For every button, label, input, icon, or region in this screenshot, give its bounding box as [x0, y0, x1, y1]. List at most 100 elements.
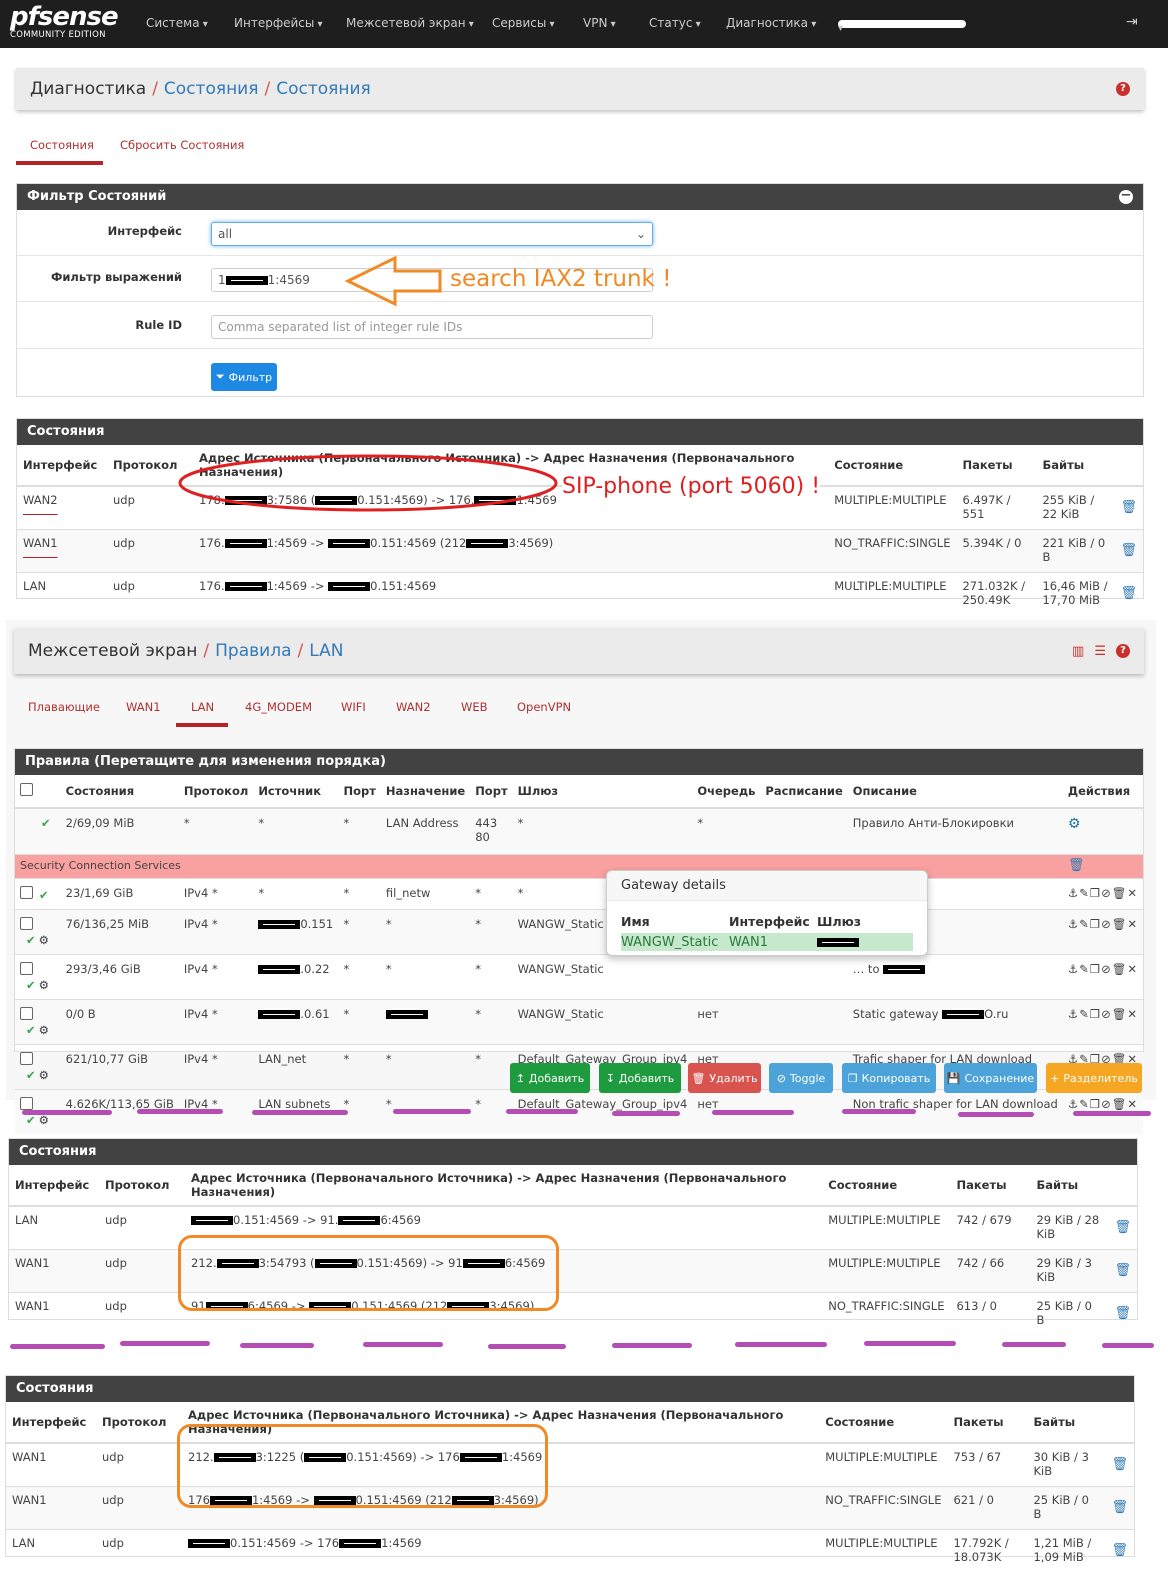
tab-web[interactable]: WEB [461, 700, 488, 714]
list-icon[interactable]: ☰ [1094, 644, 1106, 659]
rule-states[interactable]: 2/69,09 MiB [60, 807, 179, 854]
edit-icon[interactable]: ✎ [1079, 1007, 1090, 1021]
column-header[interactable]: Пакеты [950, 1165, 1031, 1207]
tab-states[interactable]: Состояния [30, 138, 94, 152]
copy-icon[interactable]: ❐ [1090, 1097, 1101, 1111]
trash-icon[interactable]: 🗑 [1114, 1263, 1131, 1278]
column-header[interactable]: Пакеты [947, 1402, 1028, 1444]
nav-vpn[interactable]: VPN [583, 16, 616, 30]
copy-icon[interactable]: ❐ [1090, 1007, 1101, 1021]
rule-gw[interactable]: WANGW_Static [512, 953, 693, 999]
tab-wan2[interactable]: WAN2 [396, 700, 431, 714]
column-header[interactable]: Интерфейс [17, 445, 107, 487]
column-header[interactable]: Шлюз [512, 775, 693, 809]
trash-icon[interactable]: 🗑 [1111, 1457, 1128, 1472]
column-header[interactable]: Источник [253, 775, 339, 809]
button-добавить[interactable]: ↥ Добавить [510, 1063, 590, 1093]
column-header[interactable]: Протокол [96, 1402, 182, 1444]
rule-row-antilockout[interactable]: ✔ 2/69,09 MiB * * * LAN Address 443 80 * * Правил… [15, 807, 1143, 854]
column-header[interactable]: Протокол [99, 1165, 185, 1207]
column-header[interactable]: Адрес Источника (Первоначального Источни… [185, 1165, 823, 1207]
tab-openvpn[interactable]: OpenVPN [517, 700, 571, 714]
breadcrumb-states-current[interactable]: Состояния [276, 79, 371, 99]
column-header[interactable]: Состояние [828, 445, 957, 487]
edit-icon[interactable]: ✎ [1079, 1097, 1090, 1111]
tab-wan1[interactable]: WAN1 [126, 700, 161, 714]
disable-icon[interactable]: ⊘ [1101, 886, 1112, 900]
trash-icon[interactable]: 🗑 [1112, 886, 1128, 900]
button-копировать[interactable]: ❐ Копировать [842, 1063, 936, 1093]
trash-icon[interactable]: 🗑 [1112, 917, 1128, 931]
select-all-checkbox[interactable] [20, 783, 33, 796]
copy-icon[interactable]: ❐ [1090, 962, 1101, 976]
help-icon[interactable]: ? [1116, 82, 1130, 96]
anchor-icon[interactable]: ⚓ [1068, 962, 1079, 976]
column-header[interactable]: Очередь [692, 775, 761, 809]
sign-out-icon[interactable]: ⇥ [1126, 14, 1138, 30]
column-header[interactable]: Описание [847, 775, 1063, 809]
disable-icon[interactable]: ⊘ [1101, 962, 1112, 976]
interface-select[interactable]: all ⌄ [211, 222, 653, 246]
column-header[interactable]: Состояние [822, 1165, 951, 1207]
rule-states[interactable]: 23/1,69 GiB [60, 877, 179, 909]
nav-status[interactable]: Статус [649, 16, 701, 30]
nav-services[interactable]: Сервисы [492, 16, 555, 30]
trash-icon[interactable]: 🗑 [1114, 1306, 1131, 1321]
gear-icon[interactable]: ⚙ [1068, 816, 1081, 832]
anchor-icon[interactable]: ⚓ [1068, 1097, 1079, 1111]
trash-icon[interactable]: 🗑 [1112, 1007, 1128, 1021]
rule-checkbox[interactable] [20, 1096, 33, 1110]
tab-4g_modem[interactable]: 4G_MODEM [245, 700, 312, 714]
rule-checkbox[interactable] [20, 1006, 33, 1020]
button-сохранение[interactable]: 💾 Сохранение [944, 1063, 1037, 1093]
rule-separator[interactable]: Security Connection Services 🗑 [15, 853, 1143, 878]
column-header[interactable]: Действия [1062, 775, 1143, 809]
rule-row[interactable]: ✔ ⚙ 293/3,46 GiB IPv4 * .0.22 * * * WANGW_Static… [15, 953, 1143, 999]
rule-checkbox[interactable] [20, 961, 33, 975]
delete-icon[interactable]: ✕ [1127, 962, 1138, 976]
rule-states[interactable]: 76/136,25 MiB [60, 908, 179, 954]
trash-icon[interactable]: 🗑 [1120, 500, 1137, 515]
trash-icon[interactable]: 🗑 [1112, 1097, 1128, 1111]
column-header[interactable]: Назначение [380, 775, 471, 809]
rule-states[interactable]: 293/3,46 GiB [60, 953, 179, 999]
nav-interfaces[interactable]: Интерфейсы [234, 16, 323, 30]
collapse-icon[interactable]: − [1119, 189, 1133, 204]
column-header[interactable]: Интерфейс [9, 1165, 99, 1207]
breadcrumb-rules[interactable]: Правила [215, 641, 291, 661]
disable-icon[interactable]: ⊘ [1101, 1007, 1112, 1021]
nav-hostname-redacted[interactable] [838, 20, 966, 28]
filter-button[interactable]: ⏷ Фильтр [211, 363, 277, 391]
column-header[interactable]: Расписание [760, 775, 848, 809]
trash-icon[interactable]: 🗑 [1111, 1543, 1128, 1558]
column-header[interactable]: Байты [1027, 1402, 1106, 1444]
tab-lan[interactable]: LAN [191, 700, 214, 714]
nav-system[interactable]: Система [146, 16, 208, 30]
column-header[interactable]: Протокол [178, 775, 254, 809]
rule-row[interactable]: ✔23/1,69 GiBIPv4 ***fil_netw**…er⚓✎❐⊘🗑✕ [15, 877, 1143, 909]
rule-id-input[interactable]: Comma separated list of integer rule IDs [211, 315, 653, 339]
rule-row[interactable]: ✔ ⚙ 0/0 B IPv4 * .0.61 * * WANGW_Static нет Stati… [15, 998, 1143, 1044]
button-удалить[interactable]: 🗑 Удалить [688, 1063, 761, 1093]
anchor-icon[interactable]: ⚓ [1068, 886, 1079, 900]
rule-checkbox[interactable] [20, 885, 33, 899]
help-icon[interactable]: ? [1116, 644, 1130, 658]
column-header[interactable]: Байты [1030, 1165, 1109, 1207]
delete-icon[interactable]: ✕ [1127, 917, 1138, 931]
rule-states[interactable]: 621/10,77 GiB [60, 1043, 179, 1089]
column-header[interactable]: Состояния [60, 775, 179, 809]
copy-icon[interactable]: ❐ [1090, 886, 1101, 900]
delete-icon[interactable]: ✕ [1127, 886, 1138, 900]
delete-icon[interactable]: ✕ [1127, 1097, 1138, 1111]
rule-checkbox[interactable] [20, 1051, 33, 1065]
rule-states[interactable]: 0/0 B [60, 998, 179, 1044]
chart-icon[interactable]: ▥ [1072, 644, 1084, 659]
breadcrumb-states[interactable]: Состояния [164, 79, 259, 99]
anchor-icon[interactable]: ⚓ [1068, 917, 1079, 931]
nav-firewall[interactable]: Межсетевой экран [346, 16, 474, 30]
disable-icon[interactable]: ⊘ [1101, 1097, 1112, 1111]
trash-icon[interactable]: 🗑 [1111, 1500, 1128, 1515]
nav-diagnostics[interactable]: Диагностика [726, 16, 816, 30]
trash-icon[interactable]: 🗑 [1112, 962, 1128, 976]
trash-icon[interactable]: 🗑 [1068, 858, 1085, 873]
